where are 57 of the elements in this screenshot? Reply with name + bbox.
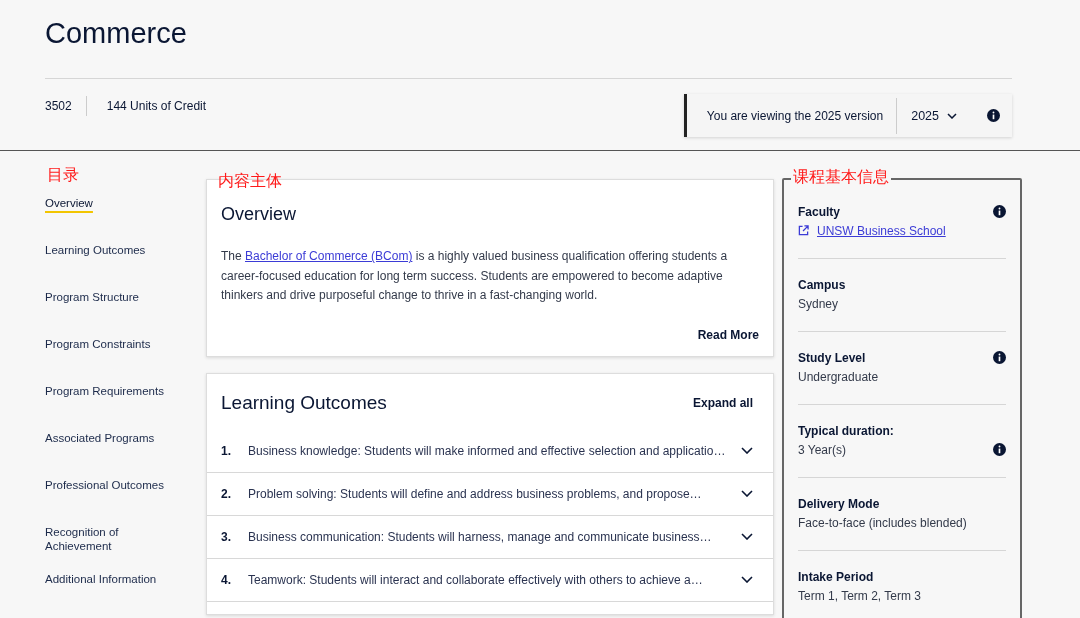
info-icon[interactable] — [993, 205, 1006, 218]
external-link-icon — [798, 225, 809, 236]
annotation-label: 目录 — [47, 166, 79, 184]
field-label: Campus — [798, 277, 846, 292]
toc-link[interactable]: Additional Information — [45, 572, 175, 618]
annotation-label: 内容主体 — [218, 172, 282, 190]
info-icon[interactable] — [993, 351, 1006, 364]
field-value: Term 1, Term 2, Term 3 — [798, 588, 921, 603]
faculty-link[interactable]: UNSW Business School — [798, 223, 946, 238]
chevron-icon — [947, 112, 957, 119]
field-label: Typical duration: — [798, 423, 894, 438]
expand-all-button[interactable]: Expand all — [692, 395, 753, 410]
section-title: Overview — [221, 204, 297, 225]
info-icon[interactable] — [993, 443, 1006, 456]
outcome-number: 3. — [221, 529, 232, 544]
chevron-icon[interactable] — [741, 490, 753, 497]
section-title: Learning Outcomes — [221, 391, 387, 414]
toc-link[interactable]: Program Constraints — [45, 337, 175, 384]
field-label: Study Level — [798, 350, 866, 365]
chevron-icon[interactable] — [741, 447, 753, 454]
year-dropdown[interactable]: 2025 — [897, 108, 987, 123]
field-label: Intake Period — [798, 569, 874, 584]
toc-link[interactable]: Program Structure — [45, 290, 175, 337]
outcome-row[interactable]: 3. Business communication: Students will harness, manage and communicate business… — [207, 515, 773, 559]
program-link[interactable]: Bachelor of Commerce (BCom) — [245, 249, 413, 263]
outcome-text: Business knowledge: Students will make informed and effective selection and applicatio… — [248, 443, 727, 458]
field-value: Sydney — [798, 296, 839, 311]
field-value: Undergraduate — [798, 369, 879, 384]
outcome-text: Business communication: Students will harness, manage and communicate business… — [248, 529, 713, 544]
outcome-text: Teamwork: Students will interact and collaborate effectively with others to achieve a… — [248, 572, 704, 587]
chevron-icon[interactable] — [741, 533, 753, 540]
outcome-row[interactable]: 4. Teamwork: Students will interact and collaborate effectively with others to achieve a… — [207, 558, 773, 602]
outcome-row[interactable]: 1. Business knowledge: Students will make informed and effective selection and applicatio… — [207, 429, 773, 473]
field-value: Face-to-face (includes blended) — [798, 515, 967, 530]
field-label: Delivery Mode — [798, 496, 880, 511]
annotation-label: 课程基本信息 — [791, 168, 891, 186]
page-title: Commerce — [45, 16, 188, 51]
outcome-number: 4. — [221, 572, 232, 587]
overview-paragraph: The Bachelor of Commerce (BCom) is a highly valued business qualification offering students a career-focused education for long term success. Students are empowered to become adaptive thinkers and drive purposeful change to thrive in a fast-changing world. — [221, 248, 729, 304]
chevron-icon[interactable] — [741, 576, 753, 583]
read-more-link[interactable]: Read More — [697, 327, 759, 342]
info-icon[interactable] — [987, 109, 1000, 122]
program-code: 3502 — [45, 96, 87, 116]
toc-link[interactable]: Recognition of Achievement — [45, 525, 175, 572]
toc-link[interactable]: Professional Outcomes — [45, 478, 175, 525]
outcome-number: 2. — [221, 486, 232, 501]
outcome-number: 1. — [221, 443, 232, 458]
field-label: Faculty — [798, 204, 840, 219]
outcome-row[interactable]: 2. Problem solving: Students will define and address business problems, and propose… — [207, 472, 773, 516]
toc-link[interactable]: Overview — [45, 196, 175, 243]
units-of-credit: 144 Units of Credit — [105, 99, 207, 113]
toc-link[interactable]: Learning Outcomes — [45, 243, 175, 290]
version-message: You are viewing the 2025 version — [686, 97, 898, 134]
field-value: 3 Year(s) — [798, 442, 847, 457]
toc-link[interactable]: Associated Programs — [45, 431, 175, 478]
outcome-text: Problem solving: Students will define and address business problems, and propose… — [248, 486, 703, 501]
toc-link[interactable]: Program Requirements — [45, 384, 175, 431]
